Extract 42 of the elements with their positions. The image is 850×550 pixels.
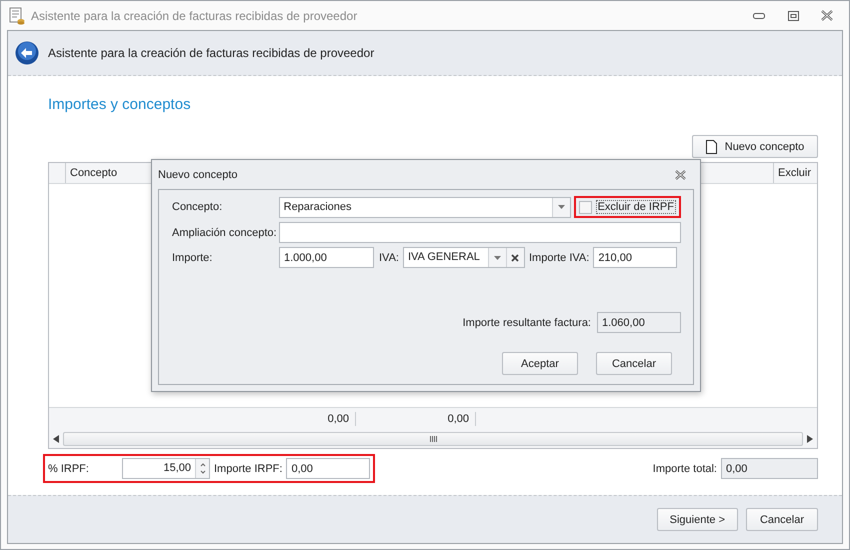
extension-label: Ampliación concepto: bbox=[172, 226, 278, 238]
back-icon[interactable] bbox=[15, 41, 39, 65]
irpf-amount-field[interactable]: 0,00 bbox=[286, 458, 370, 479]
exclude-checkbox[interactable] bbox=[578, 200, 592, 214]
scroll-left-icon[interactable] bbox=[53, 435, 59, 443]
column-header[interactable]: Excluir bbox=[773, 163, 817, 183]
caret-down-icon bbox=[558, 205, 565, 209]
irpf-percent-spinner[interactable]: 15,00 bbox=[122, 458, 210, 479]
vat-amount-label: Importe IVA: bbox=[528, 252, 590, 264]
amount-label: Importe: bbox=[172, 252, 214, 264]
irpf-percent-label: % IRPF: bbox=[48, 462, 90, 474]
dialog-title: Nuevo concepto bbox=[158, 168, 238, 180]
result-label: Importe resultante factura: bbox=[462, 316, 591, 328]
window-title: Asistente para la creación de facturas recibidas de proveedor bbox=[31, 8, 358, 22]
scroll-right-icon[interactable] bbox=[807, 435, 813, 443]
vat-label: IVA: bbox=[379, 252, 399, 264]
concept-label: Concepto: bbox=[172, 201, 224, 213]
extension-field[interactable] bbox=[278, 222, 681, 243]
exclude-label[interactable]: Excluir de IRPF bbox=[596, 200, 676, 214]
total-field: 0,00 bbox=[721, 458, 818, 479]
document-icon bbox=[9, 6, 25, 24]
cancel-button[interactable]: Cancelar bbox=[596, 352, 672, 375]
scrollbar-thumb[interactable] bbox=[63, 432, 803, 446]
next-button[interactable]: Siguiente > bbox=[656, 508, 738, 531]
caret-down-icon bbox=[494, 256, 501, 260]
new-document-icon bbox=[706, 140, 717, 154]
result-field: 1.060,00 bbox=[597, 312, 681, 333]
irpf-amount-label: Importe IRPF: bbox=[214, 462, 282, 474]
accept-button[interactable]: Aceptar bbox=[502, 352, 578, 375]
cancel-button[interactable]: Cancelar bbox=[746, 508, 818, 531]
section-title: Importes y conceptos bbox=[48, 96, 191, 113]
concept-dropdown[interactable]: Reparaciones bbox=[278, 196, 571, 218]
new-concept-button[interactable]: Nuevo concepto bbox=[692, 135, 818, 158]
amount-field[interactable]: 1.000,00 bbox=[279, 247, 374, 268]
total-cell: 0,00 bbox=[49, 412, 356, 426]
total-label: Importe total: bbox=[652, 462, 717, 474]
vat-amount-field[interactable]: 210,00 bbox=[593, 247, 678, 268]
close-icon[interactable] bbox=[675, 170, 686, 180]
wizard-title: Asistente para la creación de facturas recibidas de proveedor bbox=[48, 46, 374, 60]
clear-icon[interactable] bbox=[511, 254, 520, 262]
vat-dropdown[interactable]: IVA GENERAL bbox=[402, 247, 525, 268]
total-cell: 0,00 bbox=[356, 412, 476, 426]
